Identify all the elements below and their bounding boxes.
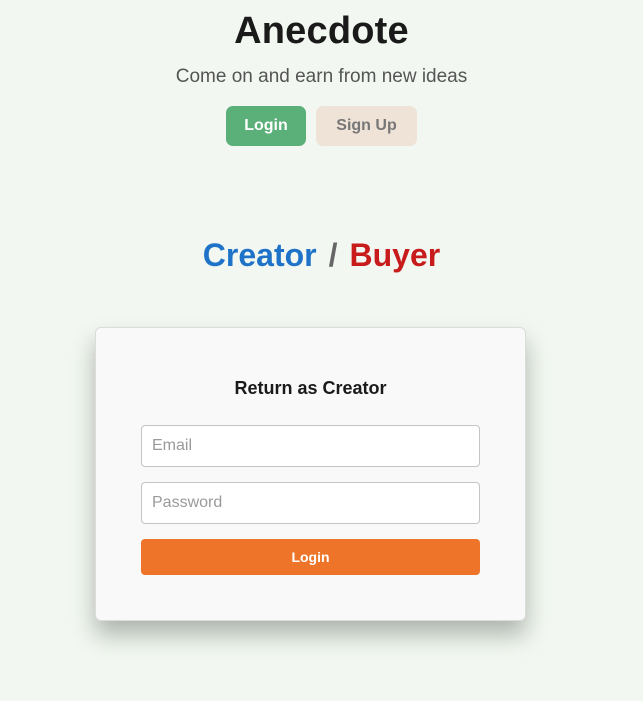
email-input[interactable] (141, 425, 480, 467)
page: Anecdote Come on and earn from new ideas… (0, 0, 643, 701)
role-separator: / (328, 237, 338, 273)
role-buyer-link[interactable]: Buyer (350, 237, 441, 273)
header-signup-button[interactable]: Sign Up (316, 106, 417, 146)
role-switch: Creator / Buyer (0, 237, 643, 274)
role-creator-link[interactable]: Creator (203, 237, 317, 273)
header-login-button[interactable]: Login (226, 106, 306, 146)
auth-nav: Login Sign Up (0, 106, 643, 146)
login-submit-button[interactable]: Login (141, 539, 480, 575)
password-input[interactable] (141, 482, 480, 524)
tagline: Come on and earn from new ideas (175, 66, 468, 87)
login-card: Return as Creator Login (95, 327, 526, 621)
app-title: Anecdote (234, 10, 409, 52)
login-card-title: Return as Creator (234, 378, 387, 398)
